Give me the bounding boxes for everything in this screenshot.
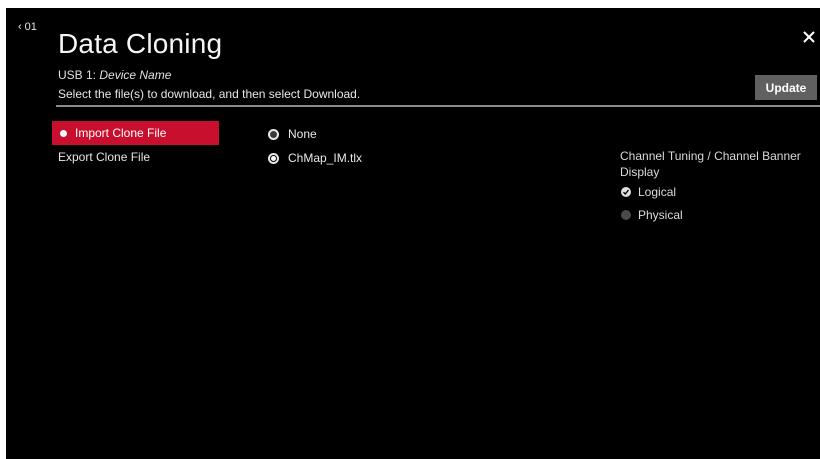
device-name: Device Name (99, 68, 172, 82)
instruction-text: Select the file(s) to download, and then… (58, 87, 361, 101)
data-cloning-screen: ‹ 01 Data Cloning USB 1: Device Name Sel… (6, 8, 820, 459)
file-option-label: None (288, 127, 317, 141)
close-icon[interactable] (800, 28, 818, 46)
page-title: Data Cloning (58, 28, 223, 59)
menu-item-label: Export Clone File (58, 150, 151, 164)
device-prefix: USB 1: (58, 68, 100, 82)
selected-dot-icon (60, 129, 67, 137)
file-option-none[interactable]: None (268, 127, 317, 141)
update-button[interactable]: Update (755, 75, 817, 100)
back-button[interactable]: ‹ 01 (18, 21, 37, 33)
option-physical[interactable]: Physical (621, 208, 683, 222)
option-logical[interactable]: Logical (621, 185, 676, 199)
radio-unselected-icon (268, 128, 279, 140)
chevron-left-icon: ‹ (18, 21, 22, 33)
radio-selected-icon (268, 152, 279, 164)
menu-item-label: Import Clone File (75, 126, 167, 140)
option-label: Logical (638, 185, 677, 199)
back-label: 01 (24, 21, 37, 33)
menu-item-export-clone-file[interactable]: Export Clone File (52, 145, 219, 169)
divider (56, 105, 820, 107)
option-label: Physical (638, 208, 683, 222)
device-label: USB 1: Device Name (58, 68, 171, 82)
circle-unchecked-icon (621, 210, 631, 220)
file-option-chmap[interactable]: ChMap_IM.tlx (268, 151, 362, 165)
channel-display-heading: Channel Tuning / Channel Banner Display (620, 149, 801, 179)
check-circle-icon (621, 187, 631, 197)
menu-item-import-clone-file[interactable]: Import Clone File (52, 121, 219, 145)
file-option-label: ChMap_IM.tlx (288, 151, 363, 165)
